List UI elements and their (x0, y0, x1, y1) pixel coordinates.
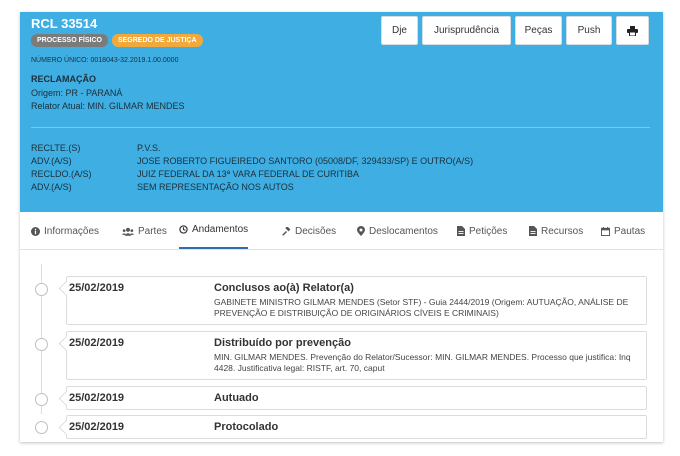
header-divider (31, 127, 650, 128)
gavel-icon (282, 226, 291, 236)
entry-date: 25/02/2019 (69, 337, 125, 349)
process-class: RECLAMAÇÃO (31, 74, 96, 84)
current-rapporteur: Relator Atual: MIN. GILMAR MENDES (31, 101, 185, 111)
entry-description: MIN. GILMAR MENDES. Prevenção do Relator… (214, 352, 631, 373)
secrecy-badge: SEGREDO DE JUSTIÇA (111, 34, 203, 47)
tab-label: Informações (44, 225, 100, 237)
tab-pautas[interactable]: Pautas (601, 212, 645, 250)
tab-label: Petições (469, 225, 508, 237)
entry-date: 25/02/2019 (69, 421, 125, 433)
pecas-button[interactable]: Peças (515, 16, 562, 45)
header-actions: Dje Jurisprudência Peças Push (381, 16, 649, 45)
process-header: RCL 33514 PROCESSO FÍSICO SEGREDO DE JUS… (20, 12, 663, 212)
tab-andamentos[interactable]: Andamentos (179, 212, 249, 249)
timeline-dot (35, 283, 48, 296)
tab-label: Andamentos (192, 224, 249, 235)
info-icon (31, 226, 40, 236)
tab-peticoes[interactable]: Petições (457, 212, 507, 250)
process-tabs: Informações Partes Andamentos Decisões D… (20, 212, 663, 250)
tab-label: Pautas (614, 225, 646, 237)
print-button[interactable] (616, 16, 649, 45)
entry-description: GABINETE MINISTRO GILMAR MENDES (Setor S… (214, 297, 629, 318)
list-item: 25/02/2019 Autuado (66, 386, 647, 410)
tab-deslocamentos[interactable]: Deslocamentos (357, 212, 438, 250)
party-name: SEM REPRESENTAÇÃO NOS AUTOS (137, 182, 294, 192)
tab-recursos[interactable]: Recursos (529, 212, 583, 250)
file-icon (529, 226, 537, 236)
process-card: RCL 33514 PROCESSO FÍSICO SEGREDO DE JUS… (20, 12, 663, 442)
party-role: ADV.(A/S) (31, 156, 72, 166)
physical-process-badge: PROCESSO FÍSICO (31, 34, 108, 47)
dje-button[interactable]: Dje (381, 16, 418, 45)
tab-decisoes[interactable]: Decisões (282, 212, 336, 250)
party-name: JOSE ROBERTO FIGUEIREDO SANTORO (05008/D… (137, 156, 474, 166)
party-name: P.V.S. (137, 143, 161, 153)
party-name: JUIZ FEDERAL DA 13ª VARA FEDERAL DE CURI… (137, 169, 360, 179)
tab-label: Recursos (541, 225, 584, 237)
entry-date: 25/02/2019 (69, 282, 125, 294)
process-origin: Origem: PR - PARANÁ (31, 88, 123, 98)
case-number: RCL 33514 (31, 16, 98, 31)
calendar-icon (601, 226, 610, 236)
users-icon (122, 227, 134, 236)
timeline-dot (35, 338, 48, 351)
history-icon (179, 225, 188, 234)
tab-informacoes[interactable]: Informações (31, 212, 99, 250)
entry-date: 25/02/2019 (69, 392, 125, 404)
timeline-dot (35, 393, 48, 406)
entry-title: Conclusos ao(à) Relator(a) (214, 282, 354, 294)
entry-title: Autuado (214, 392, 259, 404)
party-role: RECLTE.(S) (31, 143, 81, 153)
entry-title: Protocolado (214, 421, 279, 433)
list-item: 25/02/2019 Distribuído por prevenção MIN… (66, 331, 647, 380)
unique-number: NÚMERO ÚNICO: 0018043-32.2019.1.00.0000 (31, 57, 179, 64)
tab-label: Deslocamentos (369, 225, 438, 237)
file-icon (457, 226, 465, 236)
andamentos-timeline: 25/02/2019 Conclusos ao(à) Relator(a) GA… (20, 250, 663, 442)
printer-icon (627, 25, 638, 36)
list-item: 25/02/2019 Protocolado (66, 415, 647, 439)
tab-label: Partes (138, 225, 167, 237)
party-role: RECLDO.(A/S) (31, 169, 92, 179)
push-button[interactable]: Push (566, 16, 612, 45)
map-marker-icon (357, 226, 365, 236)
badge-group: PROCESSO FÍSICO SEGREDO DE JUSTIÇA (31, 34, 203, 47)
list-item: 25/02/2019 Conclusos ao(à) Relator(a) GA… (66, 276, 647, 325)
jurisprudencia-button[interactable]: Jurisprudência (422, 16, 511, 45)
tab-partes[interactable]: Partes (122, 212, 167, 250)
tab-label: Decisões (295, 225, 337, 237)
party-role: ADV.(A/S) (31, 182, 72, 192)
entry-title: Distribuído por prevenção (214, 337, 351, 349)
timeline-dot (35, 421, 48, 434)
